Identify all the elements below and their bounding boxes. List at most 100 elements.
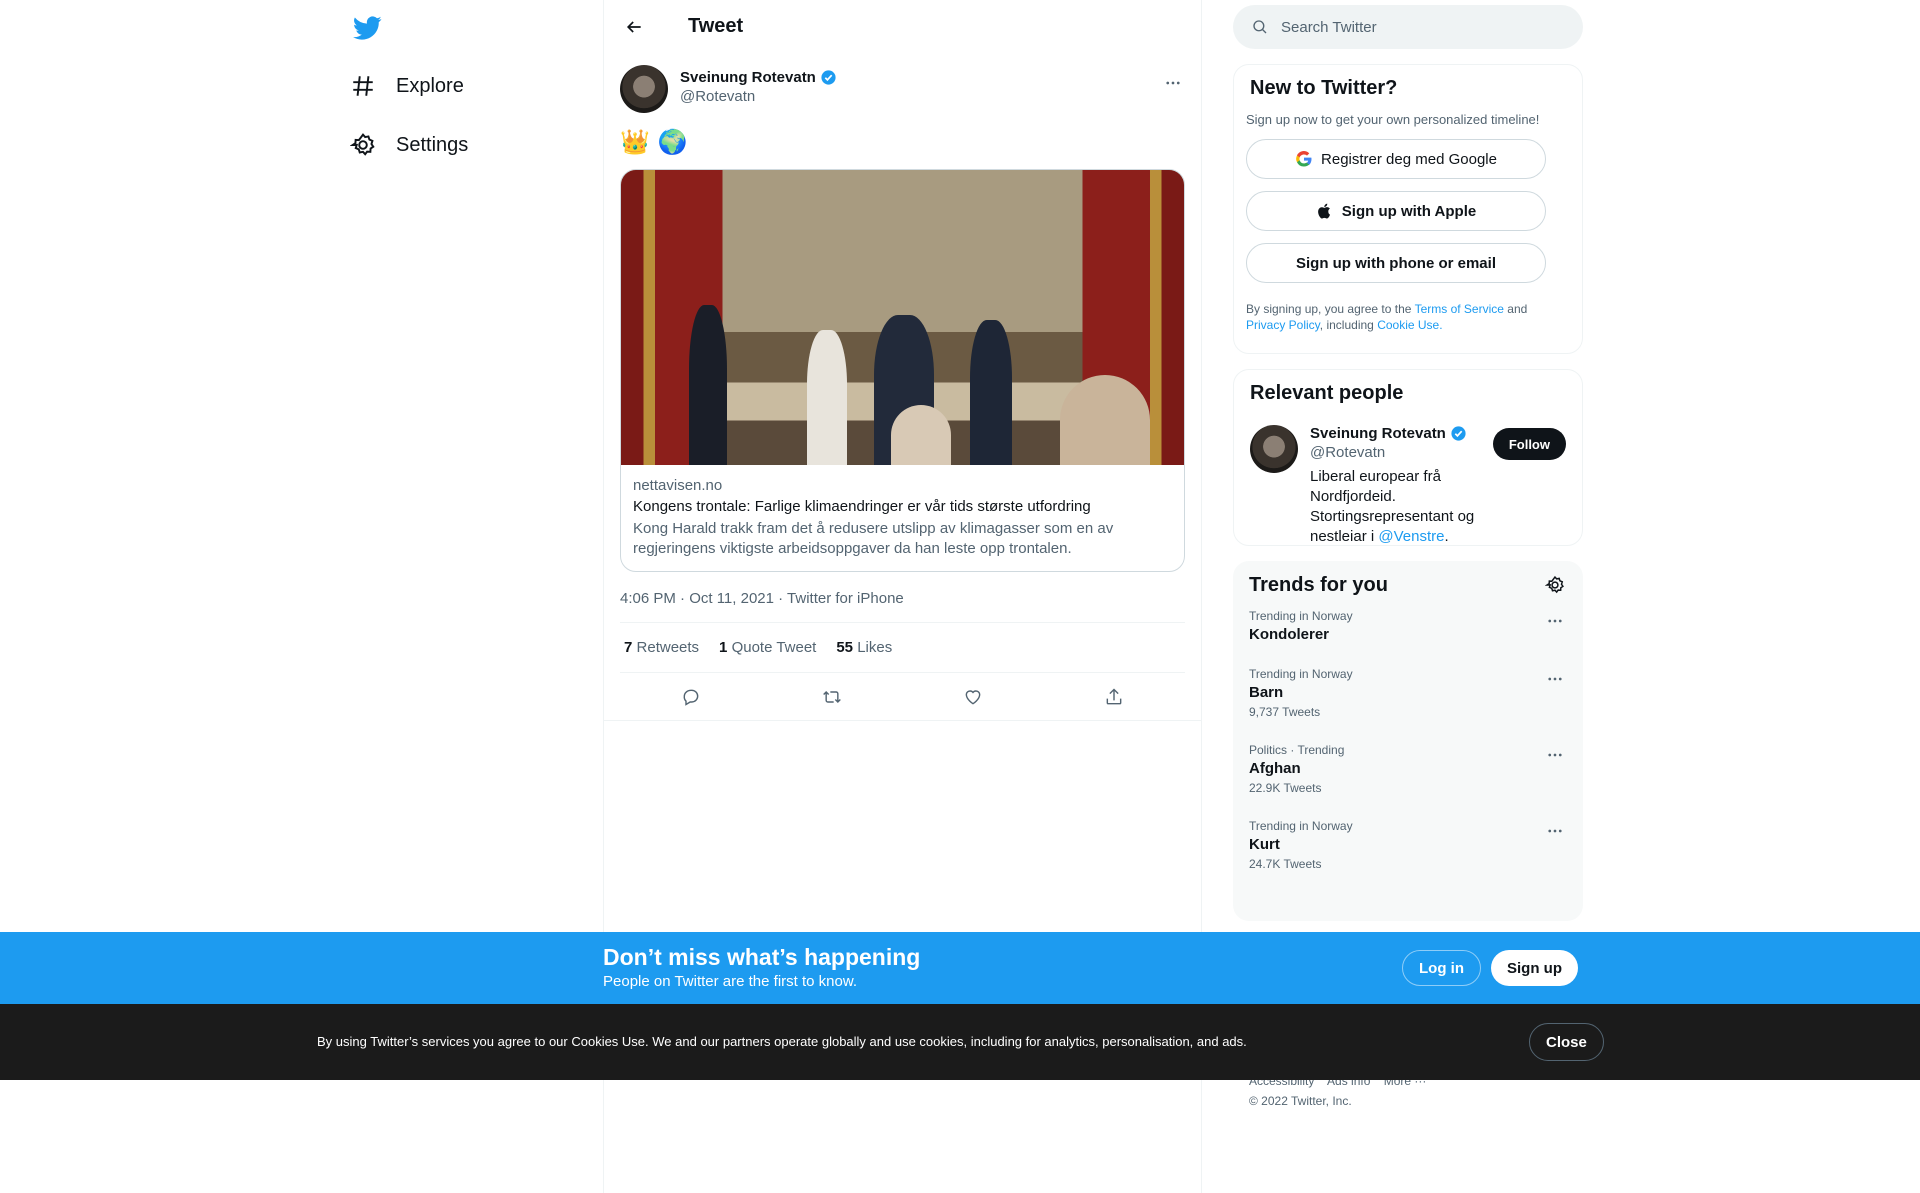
avatar[interactable]	[1250, 425, 1298, 473]
apple-signup-label: Sign up with Apple	[1341, 202, 1477, 220]
retweet-button[interactable]	[815, 680, 849, 714]
trend-more-button[interactable]	[1543, 745, 1567, 765]
likes-stat[interactable]: 55 Likes	[836, 639, 892, 656]
author-handle[interactable]: @Rotevatn	[680, 88, 837, 105]
trend-name: Barn	[1249, 684, 1284, 701]
retweet-icon	[823, 690, 841, 703]
relevant-person[interactable]: Sveinung Rotevatn @Rotevatn Liberal euro…	[1250, 425, 1566, 547]
tweet-actions	[604, 673, 1201, 721]
likes-count: 55	[836, 639, 854, 656]
login-button[interactable]: Log in	[1402, 950, 1481, 986]
cookie-close-button[interactable]: Close	[1529, 1023, 1604, 1061]
back-button[interactable]	[620, 13, 648, 41]
google-signup-label: Registrer deg med Google	[1321, 150, 1497, 168]
signup-panel: New to Twitter? Sign up now to get your …	[1233, 64, 1583, 354]
google-icon	[1296, 151, 1312, 167]
apple-signup-button[interactable]: Sign up with Apple	[1246, 191, 1546, 231]
audience-head	[891, 405, 952, 465]
tweet-more-button[interactable]	[1161, 71, 1185, 95]
quotes-stat[interactable]: 1 Quote Tweet	[719, 639, 816, 656]
follow-button[interactable]: Follow	[1492, 428, 1566, 460]
retweets-stat[interactable]: 7 Retweets	[624, 639, 699, 656]
crown-emoji: 👑	[620, 129, 650, 156]
venstre-link[interactable]: @Venstre	[1378, 528, 1444, 545]
link-card[interactable]: nettavisen.no Kongens trontale: Farlige …	[620, 169, 1185, 572]
trend-more-button[interactable]	[1543, 669, 1567, 689]
avatar[interactable]	[620, 65, 668, 113]
gear-icon	[350, 133, 375, 156]
relevant-person-bio: Liberal europear frå Nordfjordeid. Stort…	[1310, 467, 1530, 547]
tweet-header: Tweet	[604, 0, 1201, 53]
quotes-label: Quote Tweet	[731, 639, 817, 656]
trend-item[interactable]: Trending in Norway Kurt 24.7K Tweets	[1249, 807, 1567, 883]
google-signup-button[interactable]: Registrer deg med Google	[1246, 139, 1546, 179]
search-box[interactable]	[1233, 5, 1583, 49]
tweet-stats: 7 Retweets 1 Quote Tweet 55 Likes	[620, 623, 1185, 673]
trend-more-button[interactable]	[1543, 611, 1567, 631]
share-button[interactable]	[1097, 680, 1131, 714]
retweets-count: 7	[624, 639, 633, 656]
author-name-text: Sveinung Rotevatn	[680, 69, 816, 86]
trend-name: Kondolerer	[1249, 626, 1330, 643]
trend-item[interactable]: Trending in Norway Kondolerer	[1249, 597, 1567, 655]
likes-label: Likes	[857, 639, 893, 656]
verified-badge-icon	[821, 70, 836, 85]
more-dots-icon	[1548, 829, 1562, 833]
email-signup-button[interactable]: Sign up with phone or email	[1246, 243, 1546, 283]
nav-explore[interactable]: Explore	[350, 62, 464, 110]
figure-prince	[970, 320, 1013, 465]
trend-count: 24.7K Tweets	[1249, 857, 1322, 871]
audience-head	[1060, 375, 1151, 465]
quotes-count: 1	[719, 639, 728, 656]
search-input[interactable]	[1281, 18, 1531, 36]
privacy-link[interactable]: Privacy Policy	[1246, 318, 1320, 332]
cookie-text: By using Twitter’s services you agree to…	[317, 1034, 1247, 1049]
tweet: Sveinung Rotevatn @Rotevatn 👑 🌍 nettavis…	[604, 53, 1201, 721]
relevant-people-panel: Relevant people Sveinung Rotevatn @Rotev…	[1233, 369, 1583, 546]
trends-settings-button[interactable]	[1543, 573, 1567, 597]
signup-panel-subtitle: Sign up now to get your own personalized…	[1246, 112, 1540, 127]
tweet-timestamp[interactable]: 4:06 PM · Oct 11, 2021 · Twitter for iPh…	[620, 590, 1185, 623]
trend-item[interactable]: Politics · Trending Afghan 22.9K Tweets	[1249, 731, 1567, 807]
trend-count: 22.9K Tweets	[1249, 781, 1322, 795]
legal-and: and	[1507, 302, 1528, 316]
legal-including: , including	[1319, 318, 1374, 332]
email-signup-label: Sign up with phone or email	[1295, 254, 1496, 272]
promo-subtitle: People on Twitter are the first to know.	[603, 973, 858, 990]
trend-count: 9,737 Tweets	[1249, 705, 1321, 719]
retweets-label: Retweets	[636, 639, 700, 656]
trends-panel: Trends for you Trending in Norway Kondol…	[1233, 561, 1583, 921]
legal-prefix: By signing up, you agree to the	[1246, 302, 1412, 316]
hashtag-icon	[353, 76, 373, 96]
promo-title: Don’t miss what’s happening	[603, 944, 921, 970]
relevant-people-title: Relevant people	[1250, 382, 1404, 404]
signup-promo-bar: Don’t miss what’s happening People on Tw…	[0, 932, 1920, 1004]
figure-guard	[688, 305, 727, 465]
trend-more-button[interactable]	[1543, 821, 1567, 841]
card-title: Kongens trontale: Farlige klimaendringer…	[633, 498, 1091, 515]
terms-link[interactable]: Terms of Service	[1415, 302, 1504, 316]
page-title: Tweet	[688, 15, 744, 37]
cookie-use-link[interactable]: Cookie Use.	[1377, 318, 1442, 332]
author-name[interactable]: Sveinung Rotevatn	[680, 69, 837, 86]
search-icon	[1253, 20, 1267, 34]
signup-button[interactable]: Sign up	[1491, 950, 1578, 986]
twitter-logo-icon[interactable]	[352, 12, 382, 42]
trend-meta: Trending in Norway	[1249, 609, 1353, 623]
nav-settings-label: Settings	[396, 133, 469, 156]
nav-settings[interactable]: Settings	[350, 121, 468, 169]
apple-icon	[1317, 203, 1330, 219]
trends-title: Trends for you	[1249, 573, 1388, 596]
relevant-person-name-text: Sveinung Rotevatn	[1310, 425, 1446, 442]
card-domain: nettavisen.no	[633, 477, 723, 494]
right-sidebar: New to Twitter? Sign up now to get your …	[1233, 0, 1583, 1108]
reply-button[interactable]	[674, 680, 708, 714]
tweet-author: Sveinung Rotevatn @Rotevatn	[620, 65, 1185, 113]
tweet-text: 👑 🌍	[620, 128, 1185, 157]
like-button[interactable]	[956, 680, 990, 714]
copyright: © 2022 Twitter, Inc.	[1249, 1094, 1352, 1108]
trend-item[interactable]: Trending in Norway Barn 9,737 Tweets	[1249, 655, 1567, 731]
share-icon	[1107, 687, 1122, 704]
trend-name: Kurt	[1249, 836, 1280, 853]
trend-name: Afghan	[1249, 760, 1301, 777]
